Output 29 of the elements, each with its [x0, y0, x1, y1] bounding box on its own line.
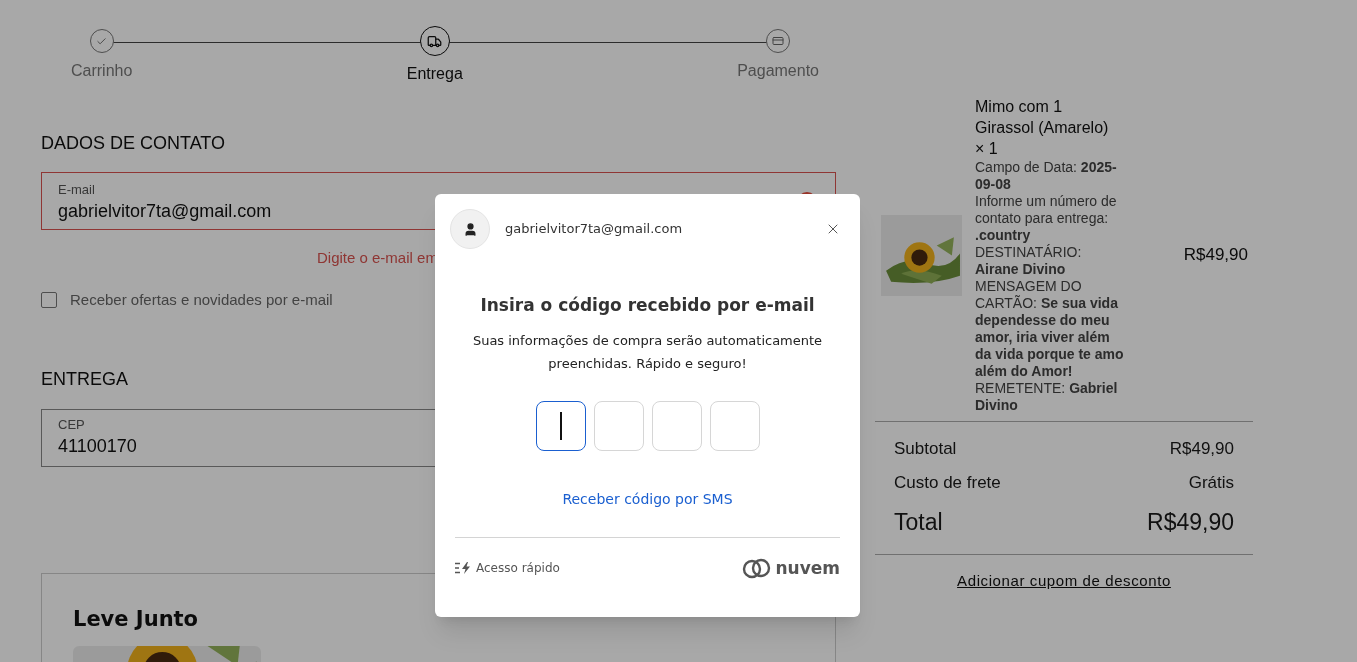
step-label: Entrega — [406, 64, 463, 84]
product-price: R$49,90 — [1183, 244, 1248, 267]
step-label: Carrinho — [71, 61, 133, 81]
field-value: gabrielvitor7ta@gmail.com — [58, 199, 273, 222]
dialog-title: Insira o código recebido por e-mail — [479, 294, 816, 317]
product-detail: DESTINATÁRIO: Airane Divino — [975, 244, 1083, 278]
checkbox-label: Receber ofertas e novidades por e-mail — [70, 290, 333, 310]
product-detail: REMETENTE: Gabriel Divino — [975, 380, 1119, 414]
total-value: Grátis — [1188, 473, 1234, 493]
product-detail: Informe um número de contato para entrega: .country — [975, 193, 1118, 244]
section-heading: DADOS DE CONTATO — [41, 132, 227, 155]
total-label: Subtotal — [894, 439, 957, 459]
field-label: CEP — [58, 415, 86, 434]
quick-access-label: Acesso rápido — [476, 560, 560, 577]
field-label: E-mail — [58, 181, 96, 199]
account-email: gabrielvitor7ta@gmail.com — [505, 220, 683, 239]
dialog-subtitle: Suas informações de compra serão automaticamente preenchidas. Rápido e seguro! — [471, 331, 824, 373]
product-detail: MENSAGEM DO CARTÃO: Se sua vida dependesse do meu amor, iria viver além da vida porque te amo além do Amor! — [975, 278, 1125, 380]
product-detail: Campo de Data: 2025-09-08 — [975, 159, 1118, 193]
field-value: 41100170 — [58, 435, 138, 458]
product-title: Mimo com 1 Girassol (Amarelo) — [975, 97, 1110, 138]
card-title: Leve Junto — [73, 605, 200, 632]
brand-name: nuvem — [775, 559, 840, 577]
total-label: Custo de frete — [894, 473, 1001, 493]
step-label: Pagamento — [737, 61, 819, 81]
total-value: R$49,90 — [1147, 508, 1234, 537]
product-quantity: × 1 — [975, 139, 999, 159]
total-value: R$49,90 — [1169, 439, 1234, 459]
total-label: Total — [894, 508, 943, 537]
